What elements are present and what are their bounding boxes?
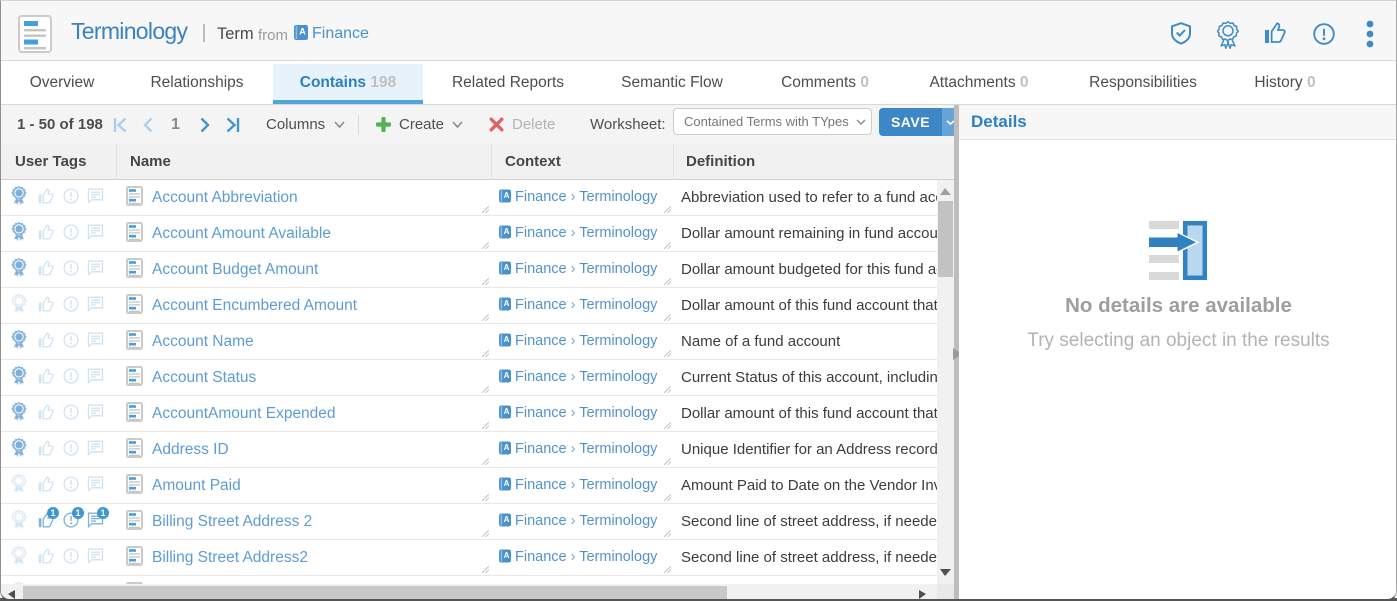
svg-text:A: A [504,479,510,488]
svg-text:A: A [504,407,510,416]
svg-text:A: A [504,515,510,524]
svg-text:A: A [299,27,306,37]
svg-text:A: A [504,227,510,236]
svg-text:A: A [504,263,510,272]
svg-text:A: A [504,443,510,452]
svg-text:A: A [504,371,510,380]
svg-text:A: A [504,551,510,560]
svg-text:A: A [504,335,510,344]
svg-text:A: A [504,299,510,308]
svg-text:A: A [504,191,510,200]
